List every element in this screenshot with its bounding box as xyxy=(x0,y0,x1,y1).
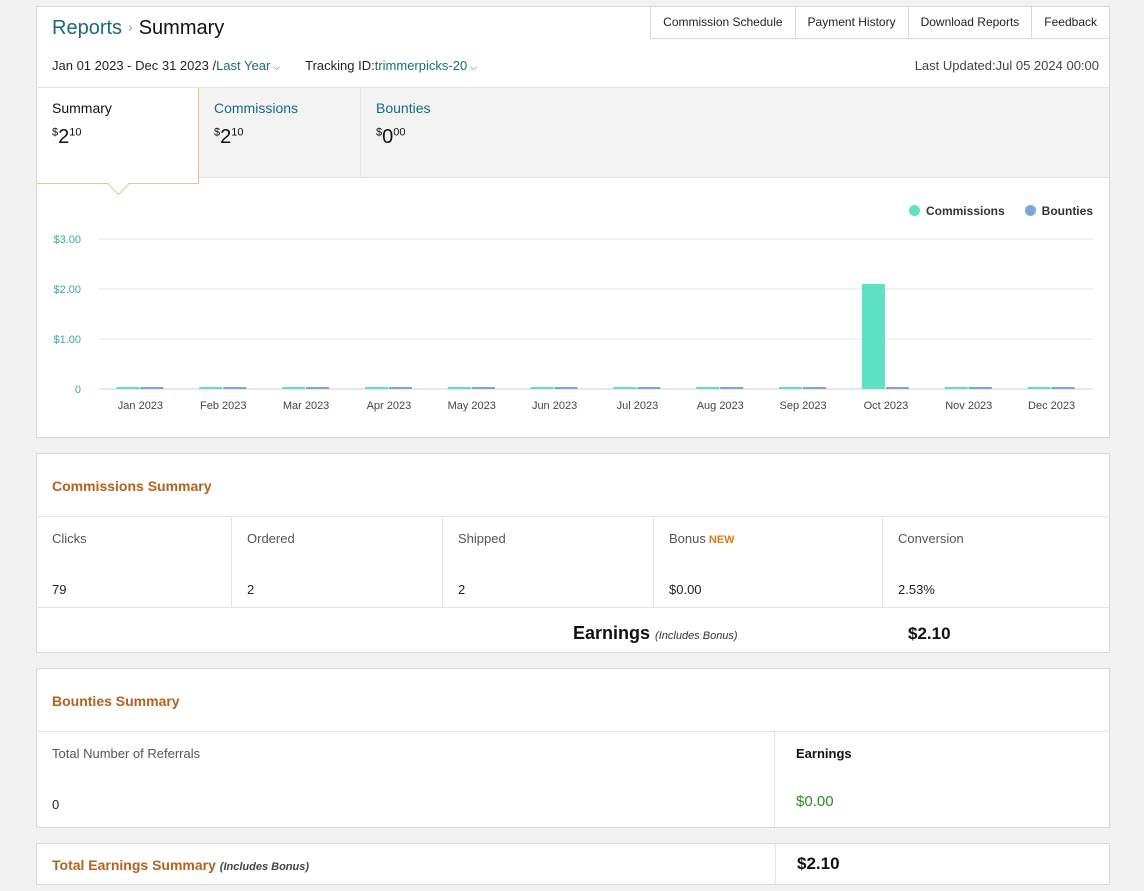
bar-bounties-nov-2023[interactable] xyxy=(968,387,992,389)
x-tick-label: Nov 2023 xyxy=(945,400,992,412)
bar-commissions-dec-2023[interactable] xyxy=(1027,387,1051,389)
bar-bounties-sep-2023[interactable] xyxy=(803,387,827,389)
x-tick-label: Dec 2023 xyxy=(1028,400,1075,412)
bar-bounties-dec-2023[interactable] xyxy=(1051,387,1075,389)
bar-commissions-apr-2023[interactable] xyxy=(364,387,388,389)
x-tick-label: Feb 2023 xyxy=(200,400,246,412)
bounty-earnings-cell: Earnings $0.00 xyxy=(775,731,1109,827)
bar-bounties-mar-2023[interactable] xyxy=(306,387,330,389)
metric-value: 2 xyxy=(458,582,466,597)
bar-commissions-may-2023[interactable] xyxy=(447,387,471,389)
y-tick-label: $3.00 xyxy=(53,234,81,246)
x-tick-label: Apr 2023 xyxy=(367,400,412,412)
bar-bounties-jun-2023[interactable] xyxy=(554,387,578,389)
commissions-metrics: Clicks 79 Ordered 2 Shipped 2 Bonus NEW $… xyxy=(37,516,1109,608)
metric-bonus: Bonus NEW $0.00 xyxy=(654,517,883,608)
metric-label: Ordered xyxy=(247,531,295,546)
metric-label: Bonus NEW xyxy=(669,531,735,546)
bounties-summary-card: Bounties Summary Total Number of Referra… xyxy=(36,668,1110,828)
x-tick-label: May 2023 xyxy=(448,400,496,412)
bar-commissions-jun-2023[interactable] xyxy=(530,387,554,389)
bar-bounties-aug-2023[interactable] xyxy=(720,387,744,389)
bar-bounties-feb-2023[interactable] xyxy=(223,387,247,389)
total-earnings-value: $2.10 xyxy=(775,844,1109,884)
x-tick-label: Oct 2023 xyxy=(864,400,909,412)
total-earnings-card: Total Earnings Summary (Includes Bonus) … xyxy=(36,843,1110,885)
total-earnings-note: (Includes Bonus) xyxy=(219,861,310,873)
bounty-earnings-value: $0.00 xyxy=(796,793,834,810)
bar-commissions-aug-2023[interactable] xyxy=(696,387,720,389)
y-tick-label: $1.00 xyxy=(53,334,81,346)
bar-commissions-mar-2023[interactable] xyxy=(282,387,306,389)
earnings-label: Earnings (Includes Bonus) xyxy=(573,623,738,643)
bar-commissions-jul-2023[interactable] xyxy=(613,387,637,389)
referrals-value: 0 xyxy=(52,797,60,812)
referrals-label: Total Number of Referrals xyxy=(52,746,201,761)
referrals-cell: Total Number of Referrals 0 xyxy=(37,731,775,827)
metric-value: 79 xyxy=(52,582,67,597)
x-tick-label: Sep 2023 xyxy=(780,400,827,412)
bar-bounties-oct-2023[interactable] xyxy=(885,387,909,389)
bar-bounties-jan-2023[interactable] xyxy=(140,387,164,389)
x-tick-label: Jan 2023 xyxy=(118,400,163,412)
bar-commissions-sep-2023[interactable] xyxy=(779,387,803,389)
x-tick-label: Jun 2023 xyxy=(532,400,577,412)
metric-ordered: Ordered 2 xyxy=(232,517,443,608)
earnings-value: $2.10 xyxy=(908,624,951,643)
x-tick-label: Aug 2023 xyxy=(697,400,744,412)
metric-conversion: Conversion 2.53% xyxy=(883,517,1109,608)
metric-label: Shipped xyxy=(458,531,506,546)
bar-bounties-apr-2023[interactable] xyxy=(388,387,412,389)
bar-commissions-oct-2023[interactable] xyxy=(861,284,885,389)
metric-value: 2.53% xyxy=(898,582,935,597)
bar-bounties-jul-2023[interactable] xyxy=(637,387,661,389)
y-tick-label: $2.00 xyxy=(53,284,81,296)
commissions-summary-card: Commissions Summary Clicks 79 Ordered 2 … xyxy=(36,453,1110,653)
metric-value: $0.00 xyxy=(669,582,702,597)
bar-commissions-jan-2023[interactable] xyxy=(116,387,140,389)
metric-shipped: Shipped 2 xyxy=(443,517,654,608)
report-summary-panel: Reports › Summary Commission Schedule Paym… xyxy=(36,6,1110,438)
earnings-note: (Includes Bonus) xyxy=(655,630,738,642)
bounty-earnings-label: Earnings xyxy=(796,746,852,761)
metric-label: Clicks xyxy=(52,531,87,546)
total-earnings-title: Total Earnings Summary (Includes Bonus) xyxy=(52,857,310,873)
metric-value: 2 xyxy=(247,582,255,597)
x-tick-label: Jul 2023 xyxy=(617,400,659,412)
commissions-earnings-row: Earnings (Includes Bonus) $2.10 xyxy=(37,609,1109,653)
bar-bounties-may-2023[interactable] xyxy=(471,387,495,389)
bar-commissions-nov-2023[interactable] xyxy=(944,387,968,389)
x-tick-label: Mar 2023 xyxy=(283,400,329,412)
y-tick-label: 0 xyxy=(75,384,81,396)
new-badge: NEW xyxy=(708,534,735,546)
earnings-bar-chart: 0 $1.00 $2.00 $3.00 Jan 2023 Feb 2023 Mar 2023… xyxy=(53,234,1093,412)
bar-commissions-feb-2023[interactable] xyxy=(199,387,223,389)
commissions-summary-title: Commissions Summary xyxy=(52,478,212,494)
metric-label: Conversion xyxy=(898,531,964,546)
bounties-summary-title: Bounties Summary xyxy=(52,693,180,709)
metric-clicks: Clicks 79 xyxy=(37,517,232,608)
